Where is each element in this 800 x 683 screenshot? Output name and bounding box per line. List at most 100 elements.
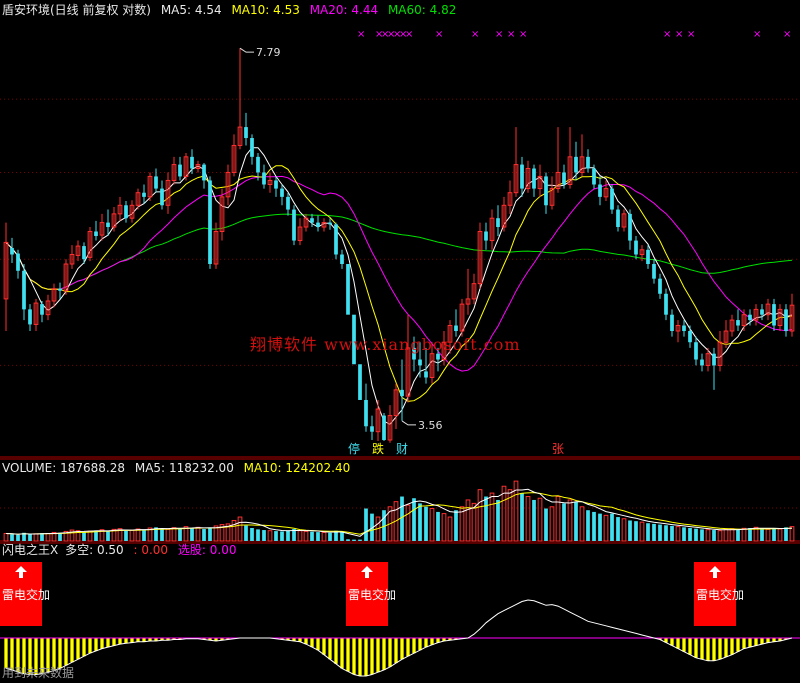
candle: [670, 309, 674, 337]
candle-body: [616, 209, 620, 228]
ma20-value: 4.44: [351, 3, 379, 17]
candle: [334, 222, 338, 260]
candle: [525, 160, 531, 193]
candle: [477, 222, 483, 289]
volume-bar: [484, 496, 488, 541]
volume-bar: [598, 513, 602, 541]
volume-bar: [789, 526, 795, 542]
volume-bar: [736, 529, 740, 541]
candle-body: [208, 180, 212, 265]
candle: [628, 209, 632, 250]
volume-bar: [765, 528, 771, 542]
volume-bar: [129, 529, 135, 542]
candle: [471, 273, 477, 305]
candle: [142, 184, 146, 204]
candle: [549, 176, 555, 210]
candle: [154, 168, 158, 193]
candle-body: [334, 224, 338, 255]
candle: [75, 240, 81, 262]
candle-body: [382, 415, 386, 440]
candle: [225, 164, 231, 206]
candle: [496, 205, 500, 237]
volume-bars: [3, 480, 795, 542]
candle: [652, 259, 656, 284]
candle-body: [28, 309, 32, 325]
price-candles: [3, 48, 795, 446]
volume-bar: [465, 499, 471, 542]
candle: [69, 245, 75, 269]
candle-body: [154, 176, 158, 189]
candle-body: [712, 353, 716, 366]
volume-bar: [741, 527, 747, 542]
ma60-value: 4.82: [429, 3, 457, 17]
candle: [634, 236, 638, 260]
chart-title: 盾安环境(日线 前复权 对数): [2, 3, 151, 17]
candle-body: [16, 253, 20, 271]
xuangu-label: 选股:: [177, 543, 206, 557]
volume-bar: [237, 516, 243, 542]
volume-bar: [772, 528, 776, 541]
ma60-label: MA60:: [387, 3, 426, 17]
volume-bar: [142, 529, 146, 541]
candle-body: [700, 359, 704, 366]
volume-header: VOLUME: 187688.28 MA5: 118232.00 MA10: 1…: [2, 461, 356, 475]
volume-bar: [610, 513, 614, 541]
price-annotation-label: 3.56: [418, 419, 443, 432]
candle-body: [142, 192, 146, 197]
volume-bar: [190, 528, 194, 541]
candle: [219, 188, 225, 241]
candle-body: [82, 246, 86, 260]
volume-bar: [33, 533, 39, 542]
candle: [358, 364, 362, 400]
candle: [28, 304, 32, 332]
candle-body: [124, 205, 128, 219]
candle: [262, 164, 266, 189]
price-annotations: 7.793.56停跌财张× ×××××× × × × × × × × × × ×: [239, 29, 791, 456]
candle-body: [274, 180, 278, 189]
candle-body: [496, 218, 500, 228]
volume-moving-averages: [5, 488, 793, 537]
candle-body: [328, 222, 332, 225]
candle: [603, 180, 609, 202]
candle-body: [634, 240, 638, 255]
volume-bar: [748, 528, 752, 541]
candle: [393, 383, 399, 429]
xuangu-value: 0.00: [209, 543, 237, 557]
candle-body: [760, 309, 764, 315]
volume-bar: [520, 493, 524, 541]
candle-body: [280, 188, 284, 197]
volume-bar: [340, 532, 344, 541]
volume-bar: [256, 529, 260, 541]
candle-body: [772, 304, 776, 326]
indicator-extra-value: : 0.00: [133, 543, 169, 557]
volume-bar: [628, 520, 632, 541]
volume-bar: [646, 523, 650, 541]
candle-body: [484, 231, 488, 241]
volume-bar: [316, 532, 320, 541]
volume-bar: [160, 528, 164, 541]
candle: [501, 196, 507, 232]
price-annotation-leader: [239, 47, 254, 53]
volume-bar: [346, 539, 350, 541]
volume-bar: [436, 511, 440, 541]
top-signal-mark: ×: [687, 29, 695, 40]
candle: [364, 383, 368, 432]
volume-ma10-line: [5, 492, 793, 535]
volume-ma10-value: 124202.40: [285, 461, 351, 475]
candle: [382, 412, 386, 446]
volume-bar: [664, 525, 668, 541]
candle-body: [262, 172, 266, 185]
candle: [58, 282, 62, 299]
candle: [208, 176, 212, 269]
candle-body: [520, 164, 524, 189]
candle-body: [586, 156, 590, 169]
candle-body: [160, 188, 164, 206]
volume-bar: [477, 489, 483, 542]
ma10-label: MA10:: [231, 3, 270, 17]
volume-bar: [447, 516, 453, 542]
volume-bar: [639, 521, 645, 542]
volume-bar: [634, 521, 638, 541]
event-marker: 财: [396, 442, 408, 456]
top-signal-mark: ×: [663, 29, 671, 40]
candle: [694, 336, 698, 366]
